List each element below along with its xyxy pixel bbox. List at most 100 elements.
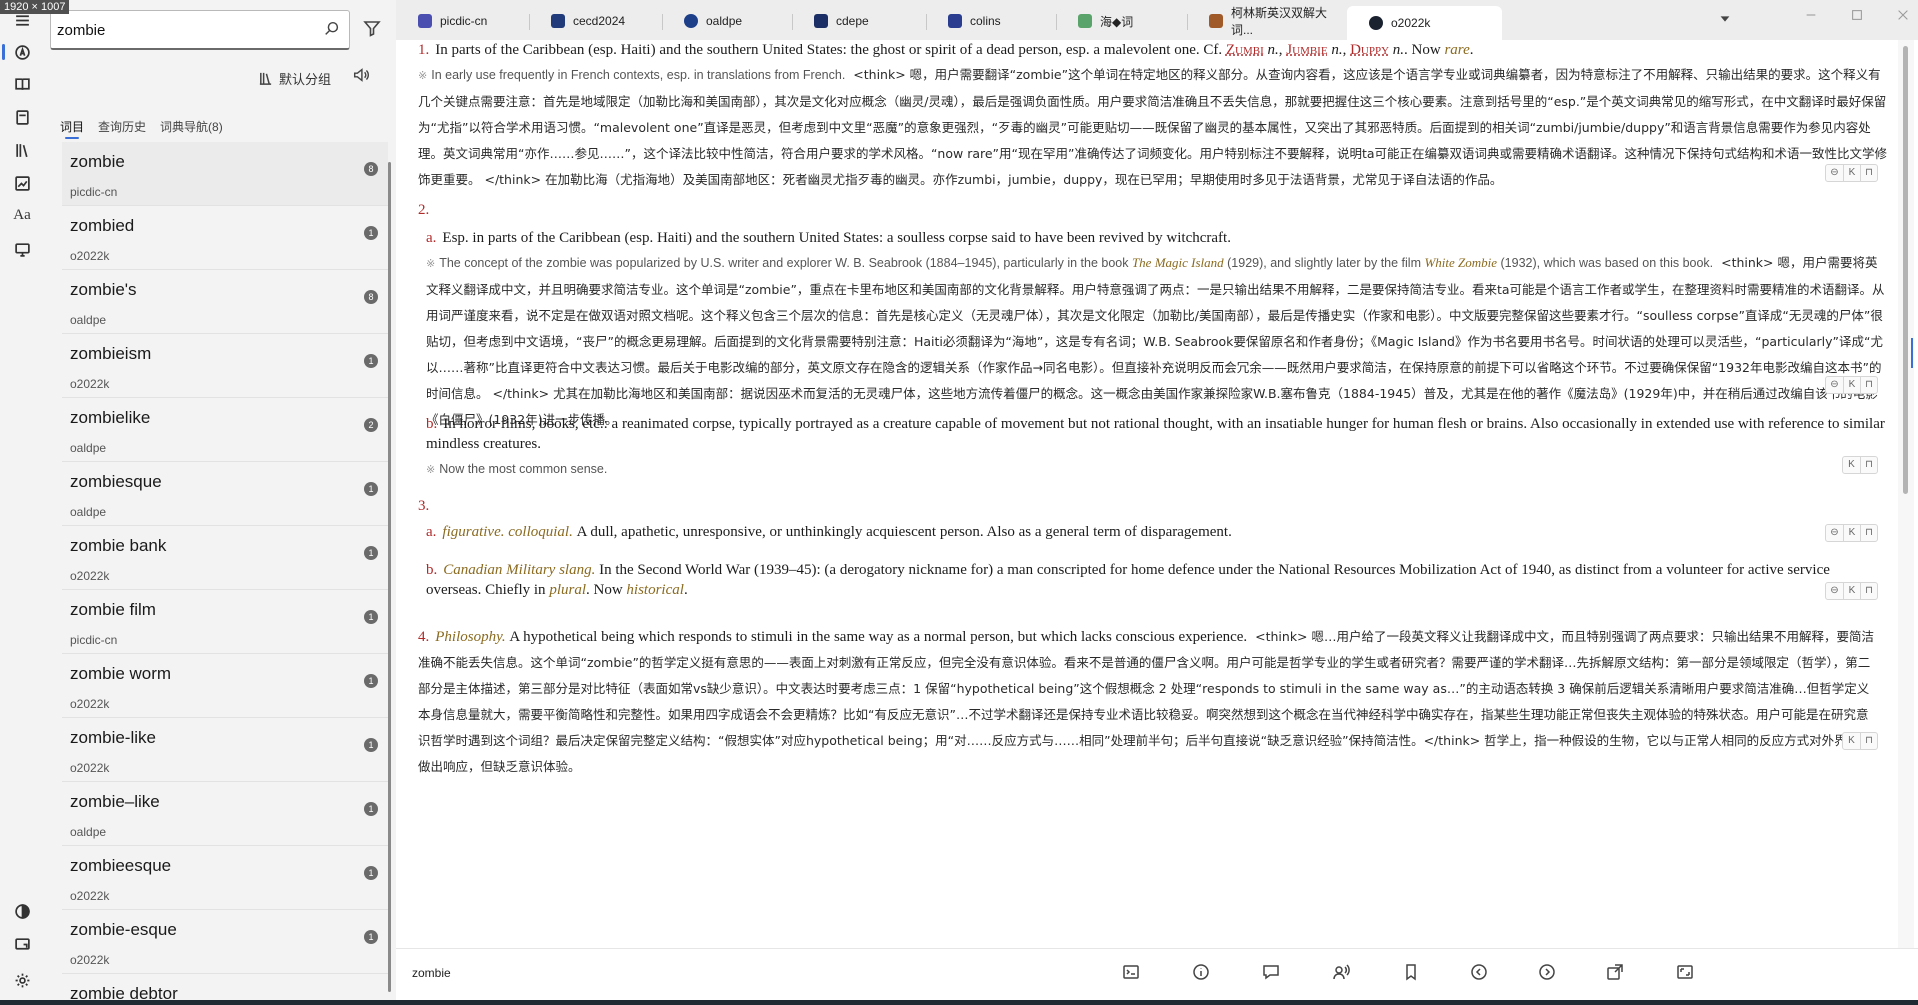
list-item[interactable]: zombied o2022k 1 [62,206,388,270]
chevron-down-icon[interactable] [1718,12,1734,28]
comment-icon[interactable] [1262,963,1282,983]
speaker-icon[interactable] [352,66,374,88]
copy-icon[interactable]: K [1843,457,1860,473]
list-item[interactable]: zombie-like o2022k 1 [62,718,388,782]
wordbook-icon[interactable] [0,99,44,135]
collapse-icon[interactable]: ⊖ [1826,525,1843,541]
group-selector[interactable]: 默认分组 [258,68,331,88]
sense-2a: a. Esp. in parts of the Caribbean (esp. H… [426,228,1896,433]
sense-definition: 1. In parts of the Caribbean (esp. Haiti)… [418,42,1474,58]
settings-icon[interactable] [0,962,44,998]
list-item[interactable]: zombielike oaldpe 2 [62,398,388,462]
sense-3b: b. Canadian Military slang. In the Second… [426,560,1866,600]
statistics-icon[interactable] [0,165,44,201]
list-item[interactable]: zombie worm o2022k 1 [62,654,388,718]
pin-icon[interactable]: ⊓ [1860,457,1877,473]
window-icon[interactable] [0,926,44,962]
list-item[interactable]: zombie film picdic-cn 1 [62,590,388,654]
bookmark-icon[interactable] [1402,963,1422,983]
sense-note: ※ In early use frequently in French conte… [418,62,1896,193]
list-item[interactable]: zombiesque oaldpe 1 [62,462,388,526]
tab-oaldpe[interactable]: oaldpe [662,6,792,36]
copy-icon[interactable]: K [1843,525,1860,541]
sense-letter: a. [426,230,437,246]
theme-icon[interactable] [0,893,44,929]
screenshot-icon[interactable] [1676,963,1696,983]
pronounce-icon[interactable] [1332,963,1352,983]
xref-link[interactable]: Duppy [1350,42,1389,58]
collapse-icon[interactable]: ⊖ [1826,165,1843,181]
tab-cecd2024[interactable]: cecd2024 [529,6,662,36]
lookup-icon[interactable] [0,34,44,70]
minimize-icon[interactable] [1804,8,1820,24]
pin-icon[interactable]: ⊓ [1860,377,1877,393]
forward-icon[interactable] [1538,963,1558,983]
copy-icon[interactable]: K [1843,165,1860,181]
copy-icon[interactable]: K [1843,377,1860,393]
content-scrollbar[interactable] [1898,40,1914,948]
count-badge: 1 [364,674,378,688]
tab-history[interactable]: 查询历史 [98,118,146,139]
film-title: White Zombie [1424,255,1498,270]
list-item[interactable]: zombieesque o2022k 1 [62,846,388,910]
collapse-icon[interactable]: ⊖ [1826,583,1843,599]
count-badge: 8 [364,290,378,304]
o2022k-icon [1369,16,1383,30]
list-item[interactable]: zombie–like oaldpe 1 [62,782,388,846]
count-badge: 1 [364,354,378,368]
tab-dictionary-nav[interactable]: 词典导航(8) [160,118,223,139]
sense-letter: a. [426,524,437,540]
search-icon[interactable] [323,20,343,40]
open-external-icon[interactable] [1606,963,1626,983]
usage-text: . Now [586,582,627,598]
copy-icon[interactable]: K [1843,583,1860,599]
tab-o2022k[interactable]: o2022k [1347,6,1502,40]
pin-icon[interactable]: ⊓ [1860,525,1877,541]
sense-definition: b. Canadian Military slang. In the Second… [426,562,1830,598]
copy-icon[interactable]: K [1843,733,1860,749]
results-scrollbar[interactable] [388,162,391,992]
search-input[interactable] [57,19,307,41]
monitor-icon[interactable] [0,231,44,267]
search-panel: 默认分组 词目 查询历史 词典导航(8) zombie picdic-cn 8 zo… [44,0,396,1000]
collapse-icon[interactable]: ⊖ [1826,377,1843,393]
note-icon: ※ [426,463,436,476]
maximize-icon[interactable] [1850,8,1866,24]
content-scrollbar-thumb[interactable] [1903,46,1908,494]
close-icon[interactable] [1896,8,1912,24]
sense-note: ※ Now the most common sense. [426,456,1896,483]
list-item[interactable]: zombie picdic-cn 8 [62,142,388,206]
taskbar-strip [0,1000,1918,1005]
pin-icon[interactable]: ⊓ [1860,165,1877,181]
back-icon[interactable] [1470,963,1490,983]
tab-haici[interactable]: 海◆词 [1056,6,1187,36]
tab-collins-cobuild[interactable]: 柯林斯英汉双解大词... [1187,6,1347,37]
list-item[interactable]: zombie debtor [62,974,388,1000]
tab-colins[interactable]: colins [926,6,1056,36]
tab-picdic-cn[interactable]: picdic-cn [396,6,529,36]
pin-icon[interactable]: ⊓ [1860,583,1877,599]
punctuation: . [683,582,688,598]
library-icon[interactable] [0,132,44,168]
pin-icon[interactable]: ⊓ [1860,733,1877,749]
list-item[interactable]: zombie-esque o2022k 1 [62,910,388,974]
info-icon[interactable] [1192,963,1212,983]
list-item[interactable]: zombie bank o2022k 1 [62,526,388,590]
xref-link[interactable]: Zumbi [1226,42,1264,58]
xref-link[interactable]: Jumbie [1286,42,1327,58]
tab-cdepe[interactable]: cdepe [792,6,926,36]
note-text: The concept of the zombie was popularize… [439,256,1132,270]
dictionary-icon[interactable] [0,66,44,102]
terminal-icon[interactable] [1122,963,1142,983]
note-icon: ※ [426,257,436,270]
tab-entries[interactable]: 词目 [60,118,84,139]
picdic-icon [418,14,432,28]
list-item[interactable]: zombie's oaldpe 8 [62,270,388,334]
tab-label: 柯林斯英汉双解大词... [1231,6,1328,37]
list-item[interactable]: zombieism o2022k 1 [62,334,388,398]
pos-label: n. [1331,42,1343,58]
font-icon[interactable]: Aa [0,197,44,233]
note-text: Now the most common sense. [439,462,608,476]
filter-icon[interactable] [362,18,384,40]
usage-label: rare [1444,42,1470,58]
